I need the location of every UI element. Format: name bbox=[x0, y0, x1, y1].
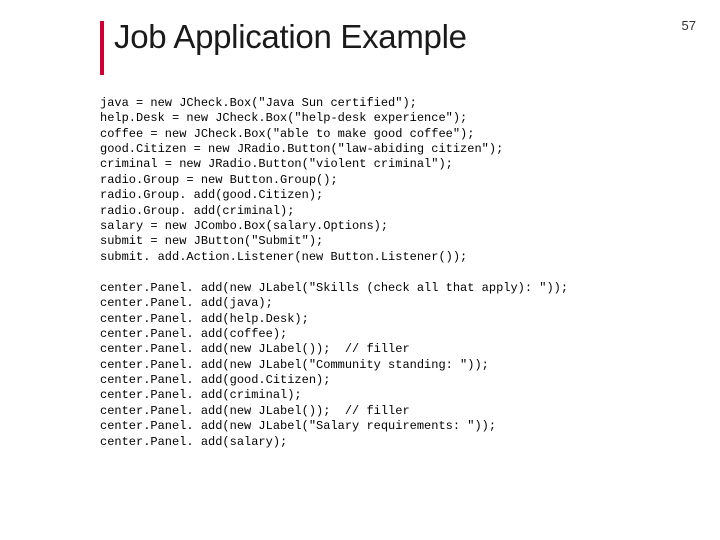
title-row: Job Application Example bbox=[100, 18, 684, 86]
page-number: 57 bbox=[682, 18, 696, 33]
accent-bar bbox=[100, 21, 104, 75]
code-block-2: center.Panel. add(new JLabel("Skills (ch… bbox=[100, 281, 684, 450]
slide: 57 Job Application Example java = new JC… bbox=[0, 0, 720, 450]
code-block-1: java = new JCheck.Box("Java Sun certifie… bbox=[100, 96, 684, 265]
slide-title: Job Application Example bbox=[114, 18, 467, 56]
